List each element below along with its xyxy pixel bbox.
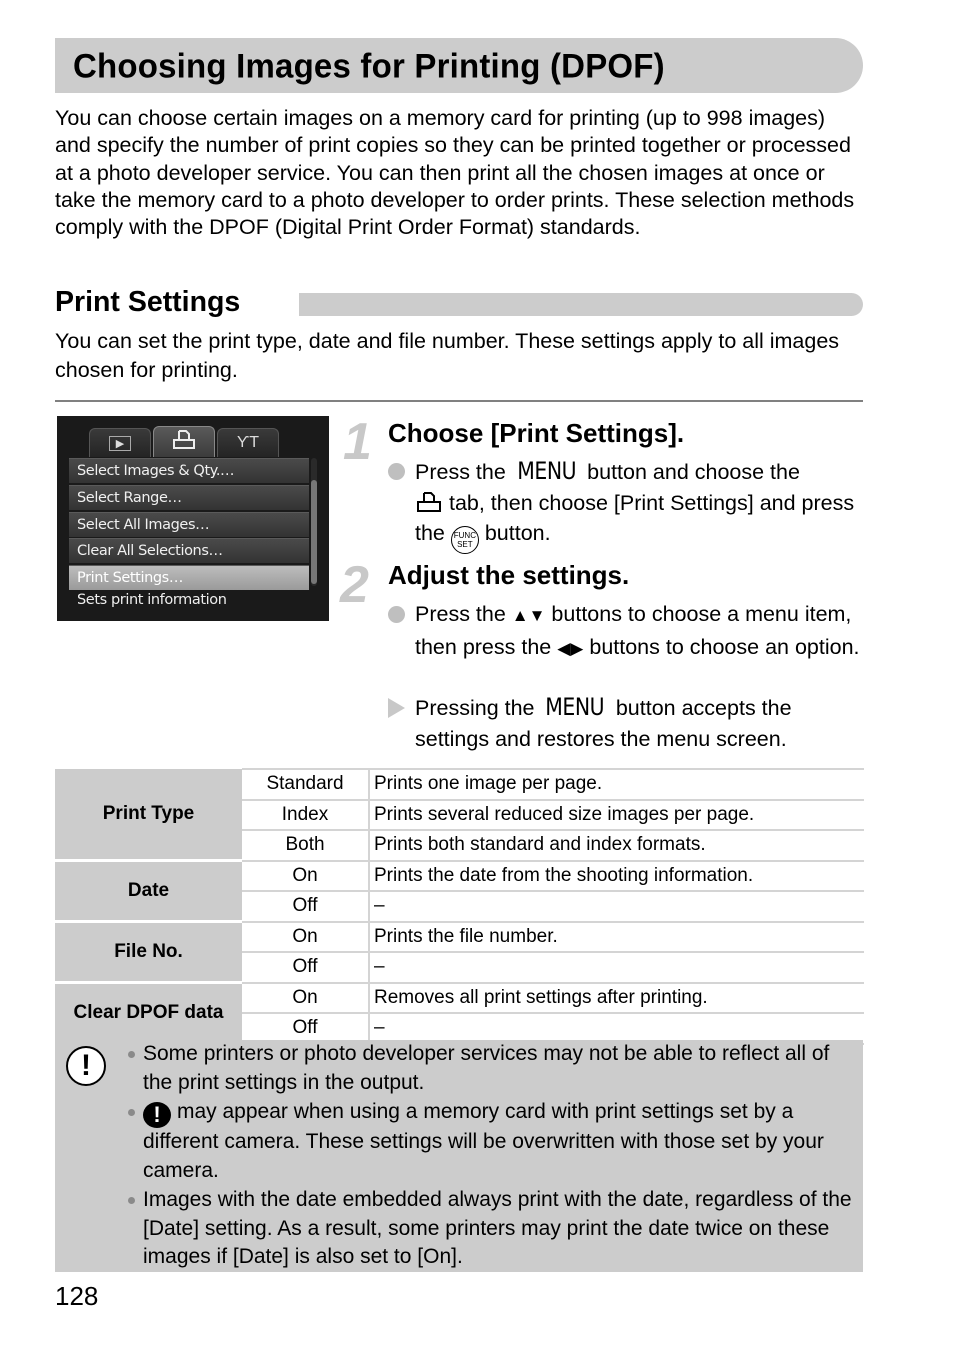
caution-item: Some printers or photo developer service… [128,1040,858,1097]
menu-button-icon: MENU [545,693,605,721]
caution-list: Some printers or photo developer service… [128,1040,858,1273]
section-title: Print Settings [55,286,257,319]
section-header-bar [299,293,863,316]
table-row: File No. On Prints the file number. [55,920,864,984]
camera-tabs: ▶ ϒT [69,426,299,457]
step-bullet: Press the MENU button and choose the tab… [388,456,865,554]
page-number: 128 [55,1281,99,1311]
table-row: Print Type Standard Prints one image per… [55,768,864,862]
text: button. [478,521,551,545]
caution-item: Images with the date embedded always pri… [128,1186,858,1272]
tools-icon: ϒT [236,434,260,451]
description-cell: Prints several reduced size images per p… [369,798,864,830]
option-cell: Index [242,798,370,830]
menu-button-icon: MENU [517,457,576,485]
camera-menu-list: Select Images & Qty.… Select Range… Sele… [69,458,309,592]
option-cell: Standard [242,768,370,800]
step-number: 1 [343,413,372,471]
camera-menu-item: Clear All Selections… [69,538,309,564]
print-icon [171,429,197,456]
category-cell: Date [55,860,242,923]
result-arrow-icon [388,698,405,718]
dpof-warning-icon: ! [143,1102,171,1128]
description-cell: Prints the file number. [369,920,864,952]
table-row: Date On Prints the date from the shootin… [55,859,864,923]
caution-icon: ! [66,1046,106,1086]
playback-tab: ▶ [89,428,151,457]
text: may appear when using a memory card with… [143,1100,824,1182]
option-cell: Off [242,890,370,922]
bullet-dot-icon [388,463,405,480]
option-cell: On [242,859,370,891]
description-cell: – [369,1012,864,1045]
camera-menu-item: Select Images & Qty.… [69,458,309,483]
print-tab [153,426,215,457]
camera-scrollbar [311,458,317,586]
option-cell: Off [242,1012,370,1045]
caution-note-box: ! Some printers or photo developer servi… [55,1040,863,1272]
bullet-dot-icon [388,606,405,623]
description-cell: Prints both standard and index formats. [369,829,864,861]
text: buttons to choose an option. [583,634,860,659]
option-cell: Both [242,829,370,861]
print-settings-table: Print Type Standard Prints one image per… [55,768,864,1045]
intro-paragraph: You can choose certain images on a memor… [55,106,855,240]
camera-scrollbar-thumb [311,480,317,584]
camera-menu-item: Select All Images… [69,511,309,537]
setup-tab: ϒT [217,428,279,457]
step-title: Adjust the settings. [388,560,630,590]
category-cell: File No. [55,921,242,984]
step-result: Pressing the MENU button accepts the set… [388,692,865,754]
description-cell: Prints one image per page. [369,768,864,800]
option-cell: Off [242,951,370,983]
left-right-arrows-icon: ◀▶ [557,638,584,658]
func-set-button-icon: FUNC SET [450,526,479,554]
camera-menu-item: Select Range… [69,484,309,510]
up-down-arrows-icon: ▲▼ [511,606,546,625]
camera-menu-screenshot: ▶ ϒT Select Images & Qty.… Select Range…… [57,416,329,621]
caution-item: ! may appear when using a memory card wit… [128,1098,858,1185]
option-cell: On [242,981,370,1013]
camera-status-text: Sets print information [77,592,227,608]
step-number: 2 [340,556,369,614]
title-bar: Choosing Images for Printing (DPOF) [55,38,863,93]
description-cell: Prints the date from the shooting inform… [369,859,864,891]
text: button and choose the [581,460,800,484]
camera-menu-item-selected: Print Settings… [69,565,309,591]
description-cell: Removes all print settings after printin… [369,981,864,1013]
playback-icon: ▶ [108,435,132,451]
option-cell: On [242,920,370,952]
text: Press the [415,460,512,484]
description-cell: – [369,890,864,922]
step-title: Choose [Print Settings]. [388,418,685,448]
description-cell: – [369,951,864,983]
print-tab-icon [415,491,443,515]
category-cell: Clear DPOF data [55,982,242,1045]
table-row: Clear DPOF data On Removes all print set… [55,981,864,1045]
section-header: Print Settings [55,285,863,325]
section-intro: You can set the print type, date and fil… [55,329,840,382]
category-cell: Print Type [55,769,242,862]
step-bullet: Press the ▲▼ buttons to choose a menu it… [388,599,865,664]
page-title: Choosing Images for Printing (DPOF) [73,46,665,85]
divider [55,400,863,402]
text: Press the [415,602,512,626]
text: Pressing the [415,696,541,720]
